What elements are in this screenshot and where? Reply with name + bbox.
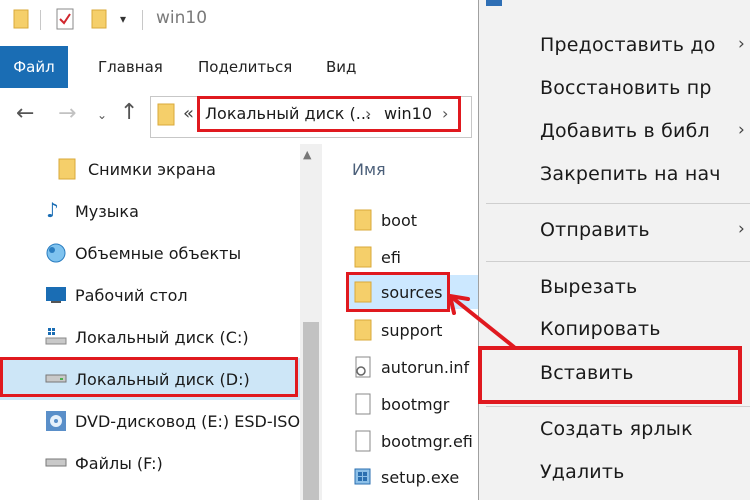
toolbar-separator bbox=[40, 10, 41, 30]
menu-item-cut[interactable]: Вырезать bbox=[540, 276, 637, 298]
tab-file[interactable]: Файл bbox=[0, 46, 68, 88]
overflow-chevron[interactable]: « bbox=[183, 103, 194, 124]
file-name: autorun.inf bbox=[381, 358, 470, 377]
recent-locations-chevron-icon[interactable]: ⌄ bbox=[97, 108, 107, 122]
ribbon-tabs: Файл Главная Поделиться Вид bbox=[0, 46, 478, 89]
window-title: win10 bbox=[156, 8, 208, 28]
desktop-icon bbox=[46, 287, 66, 303]
nav-item-music[interactable]: ♪ Музыка bbox=[0, 190, 300, 232]
submenu-arrow-icon: › bbox=[738, 34, 745, 54]
folder-icon bbox=[354, 246, 372, 268]
file-row-efi[interactable]: efi bbox=[346, 240, 478, 274]
selection-highlight bbox=[0, 357, 298, 397]
quick-access-dropdown[interactable]: ▾ bbox=[120, 12, 126, 26]
drive-os-icon bbox=[45, 328, 67, 345]
nav-item-screenshots[interactable]: Снимки экрана bbox=[0, 148, 300, 190]
menu-separator bbox=[486, 203, 750, 204]
nav-item-label: Музыка bbox=[75, 202, 139, 221]
3d-objects-icon bbox=[46, 243, 66, 263]
file-row-bootmgr-efi[interactable]: bootmgr.efi bbox=[346, 424, 478, 458]
tab-view[interactable]: Вид bbox=[326, 46, 356, 88]
menu-item-send-to[interactable]: Отправить bbox=[540, 219, 650, 241]
selection-highlight bbox=[346, 272, 450, 312]
column-header-name[interactable]: Имя bbox=[352, 160, 386, 179]
menu-item-restore[interactable]: Восстановить пр bbox=[540, 77, 712, 99]
folder-icon bbox=[58, 158, 76, 180]
new-folder-icon[interactable] bbox=[91, 8, 107, 29]
title-bar: ▾ win10 bbox=[0, 0, 478, 46]
file-name: bootmgr.efi bbox=[381, 432, 473, 451]
menu-item-pin-to-start[interactable]: Закрепить на нач bbox=[540, 163, 721, 185]
nav-item-label: DVD-дисковод (E:) ESD-ISO bbox=[75, 412, 301, 431]
nav-item-dvd-drive[interactable]: DVD-дисковод (E:) ESD-ISO bbox=[0, 400, 300, 442]
menu-separator bbox=[486, 261, 750, 262]
dvd-icon bbox=[46, 411, 66, 431]
file-icon bbox=[355, 393, 371, 415]
properties-icon[interactable] bbox=[56, 8, 76, 30]
submenu-arrow-icon: › bbox=[738, 219, 745, 239]
annotation-arrow bbox=[448, 294, 516, 349]
menu-item-copy[interactable]: Копировать bbox=[540, 318, 661, 340]
address-highlight bbox=[197, 96, 461, 132]
file-row-bootmgr[interactable]: bootmgr bbox=[346, 387, 478, 421]
file-name: support bbox=[381, 321, 443, 340]
back-arrow-icon[interactable]: ← bbox=[16, 101, 34, 126]
forward-arrow-icon[interactable]: → bbox=[58, 101, 76, 126]
toolbar-separator bbox=[142, 10, 143, 30]
file-row-autorun[interactable]: autorun.inf bbox=[346, 350, 478, 384]
file-name: boot bbox=[381, 211, 418, 230]
nav-item-label: Объемные объекты bbox=[75, 244, 242, 263]
folder-icon[interactable] bbox=[13, 8, 29, 29]
nav-item-label: Снимки экрана bbox=[88, 160, 216, 179]
file-row-boot[interactable]: boot bbox=[346, 203, 478, 237]
up-arrow-icon[interactable]: ↑ bbox=[120, 100, 138, 125]
file-name: bootmgr bbox=[381, 395, 450, 414]
menu-item-paste[interactable]: Вставить bbox=[540, 362, 634, 384]
file-icon bbox=[355, 430, 371, 452]
scrollbar-thumb[interactable] bbox=[303, 322, 319, 500]
file-row-setup[interactable]: setup.exe bbox=[346, 460, 478, 494]
submenu-arrow-icon: › bbox=[738, 120, 745, 140]
nav-item-desktop[interactable]: Рабочий стол bbox=[0, 274, 300, 316]
folder-icon bbox=[157, 103, 175, 126]
menu-item-icon bbox=[486, 0, 502, 6]
folder-icon bbox=[354, 319, 372, 341]
menu-item-give-access[interactable]: Предоставить до bbox=[540, 34, 716, 56]
setup-icon bbox=[354, 468, 371, 485]
menu-item-create-shortcut[interactable]: Создать ярлык bbox=[540, 418, 693, 440]
settings-file-icon bbox=[355, 356, 371, 378]
menu-item-delete[interactable]: Удалить bbox=[540, 461, 625, 483]
folder-icon bbox=[354, 209, 372, 231]
navigation-bar: ← → ⌄ ↑ « Локальный диск (... › win10 › bbox=[0, 88, 478, 144]
nav-item-label: Рабочий стол bbox=[75, 286, 188, 305]
nav-item-3d-objects[interactable]: Объемные объекты bbox=[0, 232, 300, 274]
drive-icon bbox=[45, 458, 67, 467]
music-icon: ♪ bbox=[46, 198, 59, 222]
menu-separator bbox=[486, 406, 750, 407]
nav-item-files-f[interactable]: Файлы (F:) bbox=[0, 442, 300, 484]
file-name: setup.exe bbox=[381, 468, 460, 487]
scroll-up-icon[interactable]: ▲ bbox=[303, 148, 311, 161]
menu-item-add-to-library[interactable]: Добавить в библ bbox=[540, 120, 710, 142]
tab-share[interactable]: Поделиться bbox=[198, 46, 292, 88]
nav-item-label: Локальный диск (C:) bbox=[75, 328, 249, 347]
navigation-pane: Снимки экрана ♪ Музыка Объемные объекты … bbox=[0, 144, 322, 500]
tab-home[interactable]: Главная bbox=[98, 46, 163, 88]
nav-item-local-disk-c[interactable]: Локальный диск (C:) bbox=[0, 316, 300, 358]
file-name: efi bbox=[381, 248, 401, 267]
nav-item-label: Файлы (F:) bbox=[75, 454, 163, 473]
